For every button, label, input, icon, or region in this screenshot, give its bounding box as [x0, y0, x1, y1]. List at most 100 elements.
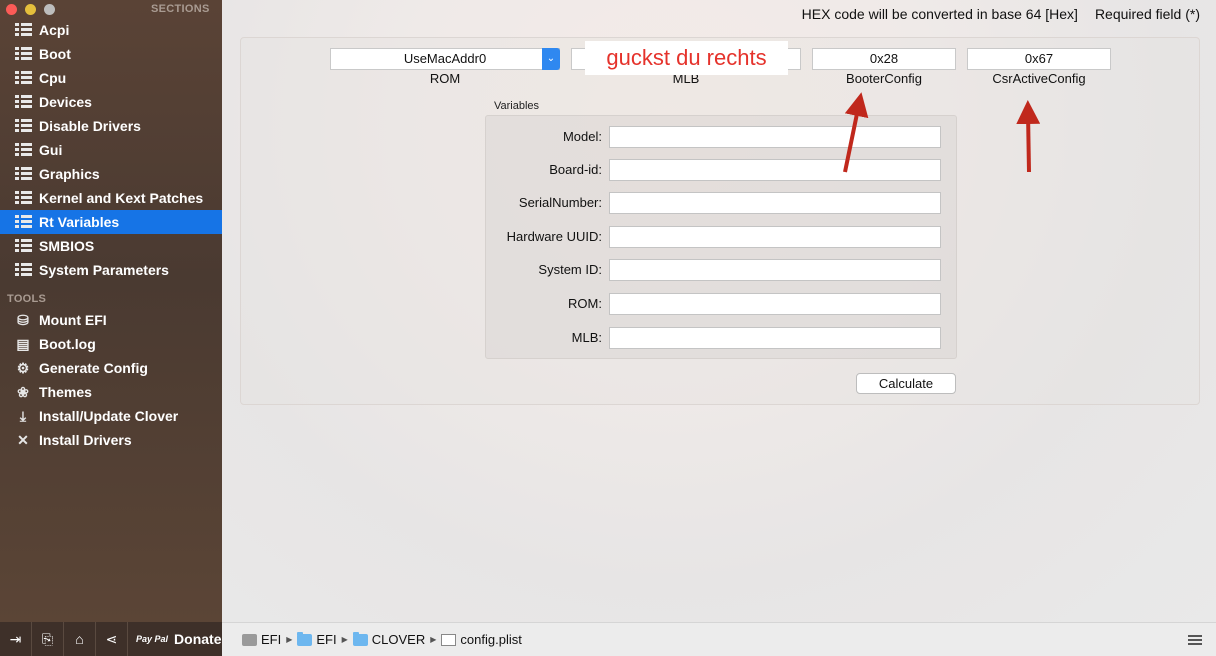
sidebar-item-label: Boot: [39, 46, 71, 62]
sidebar-item-cpu[interactable]: Cpu: [0, 66, 222, 90]
sidebar-item-label: Graphics: [39, 166, 100, 182]
disk-icon: ⛁: [17, 312, 29, 328]
hardware-uuid-input[interactable]: [609, 226, 941, 248]
donate-button[interactable]: Pay Pal Donate: [128, 631, 221, 647]
var-row-board-id: Board-id:: [486, 159, 956, 181]
tool-generate-config[interactable]: ⚙ Generate Config: [0, 356, 222, 380]
export-icon[interactable]: ⎘: [32, 622, 64, 656]
path-item-efi-folder[interactable]: EFI: [297, 631, 337, 647]
sidebar-item-smbios[interactable]: SMBIOS: [0, 234, 222, 258]
list-icon: [14, 142, 32, 158]
rom-input[interactable]: [609, 293, 941, 315]
mlb-input[interactable]: [609, 327, 941, 349]
drive-icon: [242, 633, 257, 646]
model-input[interactable]: [609, 126, 941, 148]
sidebar-item-boot[interactable]: Boot: [0, 42, 222, 66]
tool-themes[interactable]: ❀ Themes: [0, 380, 222, 404]
rom-select-value: UseMacAddr0: [403, 51, 487, 66]
annotation-label: guckst du rechts: [585, 41, 788, 75]
sidebar-item-acpi[interactable]: Acpi: [0, 18, 222, 42]
home-icon[interactable]: ⌂: [64, 622, 96, 656]
path-item-clover-folder[interactable]: CLOVER: [352, 631, 426, 647]
tools-list: ⛁ Mount EFI ▤ Boot.log ⚙ Generate Config ❀ T…: [0, 308, 222, 452]
download-icon: ⤓: [19, 408, 27, 424]
tool-label: Mount EFI: [39, 312, 107, 328]
chevron-right-icon: ▶: [341, 635, 348, 644]
booter-config-field[interactable]: 0x28: [812, 48, 956, 70]
var-row-mlb: MLB:: [486, 327, 956, 349]
sidebar-item-disable-drivers[interactable]: Disable Drivers: [0, 114, 222, 138]
sidebar-item-label: SMBIOS: [39, 238, 95, 254]
path-item-efi-volume[interactable]: EFI: [242, 632, 281, 647]
zoom-window-button[interactable]: [44, 4, 55, 15]
tool-label: Boot.log: [39, 336, 96, 352]
list-icon: [14, 214, 32, 230]
sidebar-item-devices[interactable]: Devices: [0, 90, 222, 114]
tool-mount-efi[interactable]: ⛁ Mount EFI: [0, 308, 222, 332]
path-item-config-plist[interactable]: config.plist: [441, 632, 522, 647]
variables-group: Model: Board-id: SerialNumber: Hardware …: [485, 115, 957, 359]
sections-list: Acpi Boot Cpu Devices Disable Drivers Gu…: [0, 18, 222, 282]
top-note: HEX code will be converted in base 64 [H…: [802, 6, 1200, 22]
sidebar-item-label: Acpi: [39, 22, 70, 38]
path-label: EFI: [261, 632, 282, 647]
sidebar-item-system-parameters[interactable]: System Parameters: [0, 258, 222, 282]
var-row-system-id: System ID:: [486, 259, 956, 281]
list-icon: [14, 46, 32, 62]
file-icon: [441, 633, 457, 646]
required-note: Required field (*): [1094, 6, 1200, 22]
sidebar-item-label: Kernel and Kext Patches: [39, 190, 204, 206]
gears-icon: ⚙: [16, 360, 30, 376]
paypal-icon: Pay Pal: [136, 633, 169, 644]
tool-label: Themes: [39, 384, 92, 400]
rom-select[interactable]: UseMacAddr0 ⌄: [330, 48, 560, 70]
donate-label: Donate: [174, 631, 222, 647]
share-icon[interactable]: ⋖: [96, 622, 128, 656]
var-row-rom: ROM:: [486, 293, 956, 315]
list-icon: [14, 190, 32, 206]
minimize-window-button[interactable]: [25, 4, 36, 15]
login-icon[interactable]: ⇥: [0, 622, 32, 656]
list-icon: [14, 262, 32, 278]
calculate-button[interactable]: Calculate: [856, 373, 956, 394]
tool-install-drivers[interactable]: ✕ Install Drivers: [0, 428, 222, 452]
sidebar-item-kernel-kext-patches[interactable]: Kernel and Kext Patches: [0, 186, 222, 210]
sidebar-item-label: Rt Variables: [39, 214, 120, 230]
system-id-input[interactable]: [609, 259, 941, 281]
path-label: CLOVER: [371, 632, 426, 647]
tool-boot-log[interactable]: ▤ Boot.log: [0, 332, 222, 356]
sidebar-item-label: Disable Drivers: [39, 118, 141, 134]
tool-label: Generate Config: [39, 360, 148, 376]
folder-icon: [297, 631, 313, 646]
tool-label: Install/Update Clover: [39, 408, 179, 424]
menu-icon[interactable]: [1188, 635, 1202, 645]
window-controls: [6, 4, 55, 15]
tool-install-update-clover[interactable]: ⤓ Install/Update Clover: [0, 404, 222, 428]
csr-active-config-field[interactable]: 0x67: [967, 48, 1111, 70]
bottom-toolbar: ⇥ ⎘ ⌂ ⋖ Pay Pal Donate: [0, 622, 222, 656]
tools-header: TOOLS: [7, 293, 47, 305]
list-icon: [14, 70, 32, 86]
var-label: Hardware UUID:: [506, 229, 602, 244]
tool-label: Install Drivers: [39, 432, 132, 448]
hex-note: HEX code will be converted in base 64 [H…: [801, 6, 1078, 22]
folder-icon: [352, 631, 368, 646]
list-icon: [14, 118, 32, 134]
csr-active-config-label: CsrActiveConfig: [992, 71, 1086, 86]
log-icon: ▤: [16, 336, 30, 352]
var-label: Board-id:: [549, 162, 602, 177]
path-bar: EFI ▶ EFI ▶ CLOVER ▶ config.plist: [222, 622, 1216, 656]
serial-number-input[interactable]: [609, 192, 941, 214]
board-id-input[interactable]: [609, 159, 941, 181]
close-window-button[interactable]: [6, 4, 17, 15]
var-label: Model:: [562, 129, 602, 144]
sidebar-item-gui[interactable]: Gui: [0, 138, 222, 162]
sections-header: SECTIONS: [151, 3, 210, 15]
sidebar-item-rt-variables[interactable]: Rt Variables: [0, 210, 222, 234]
palette-icon: ❀: [17, 384, 29, 400]
sidebar-item-graphics[interactable]: Graphics: [0, 162, 222, 186]
sidebar-item-label: Gui: [39, 142, 63, 158]
chevron-right-icon: ▶: [430, 635, 437, 644]
sidebar: SECTIONS Acpi Boot Cpu Devices Disable D…: [0, 0, 222, 622]
var-label: System ID:: [538, 262, 602, 277]
